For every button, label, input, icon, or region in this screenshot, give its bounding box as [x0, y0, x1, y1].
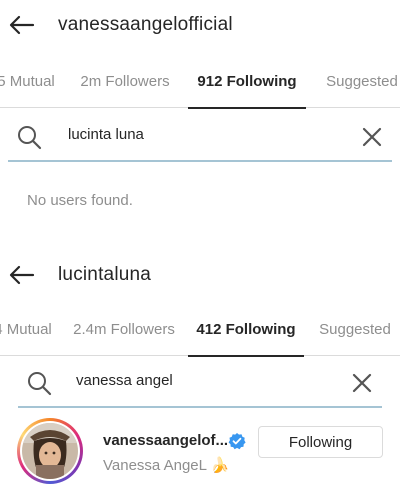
search-input[interactable]: vanessa angel	[76, 372, 173, 389]
tab-followers[interactable]: 2m Followers	[66, 54, 184, 108]
close-icon[interactable]	[360, 125, 384, 149]
arrow-left-icon[interactable]	[6, 259, 38, 291]
tab-followers[interactable]: 2.4m Followers	[62, 302, 186, 356]
tab-following[interactable]: 912 Following	[188, 54, 306, 109]
tab-bar: 4 Mutual 2.4m Followers 412 Following Su…	[0, 302, 400, 357]
verified-badge-icon	[228, 433, 246, 450]
result-username[interactable]: vanessaangelof...	[103, 432, 228, 449]
tab-mutual[interactable]: 5 Mutual	[0, 54, 66, 108]
tab-bar: 5 Mutual 2m Followers 912 Following Sugg…	[0, 54, 400, 109]
list-item[interactable]: vanessaangelof... Vanessa AngeL 🍌 Follow…	[0, 418, 400, 498]
tab-suggested[interactable]: Suggested	[306, 302, 400, 356]
page-title: lucintaluna	[58, 264, 152, 285]
no-results-message: No users found.	[27, 192, 133, 209]
story-ring[interactable]	[17, 418, 83, 484]
arrow-left-icon[interactable]	[6, 9, 38, 41]
search-bar: lucinta luna	[8, 112, 392, 162]
close-icon[interactable]	[350, 371, 374, 395]
page-title: vanessaangelofficial	[58, 14, 233, 35]
tab-suggested[interactable]: Suggested	[312, 54, 400, 108]
result-full-name: Vanessa AngeL 🍌	[103, 457, 230, 474]
following-button[interactable]: Following	[258, 426, 383, 458]
search-icon	[28, 372, 52, 396]
bottom-header: lucintaluna	[0, 250, 400, 300]
panel-lucinta-following: lucintaluna 4 Mutual 2.4m Followers 412 …	[0, 248, 400, 500]
search-bar: vanessa angel	[18, 358, 382, 408]
top-header: vanessaangelofficial	[0, 0, 400, 50]
tab-mutual[interactable]: 4 Mutual	[0, 302, 62, 356]
search-icon	[18, 126, 42, 150]
avatar	[20, 421, 80, 481]
search-input[interactable]: lucinta luna	[68, 126, 144, 143]
tab-following[interactable]: 412 Following	[188, 302, 304, 357]
panel-vanessa-following: vanessaangelofficial 5 Mutual 2m Followe…	[0, 0, 400, 248]
